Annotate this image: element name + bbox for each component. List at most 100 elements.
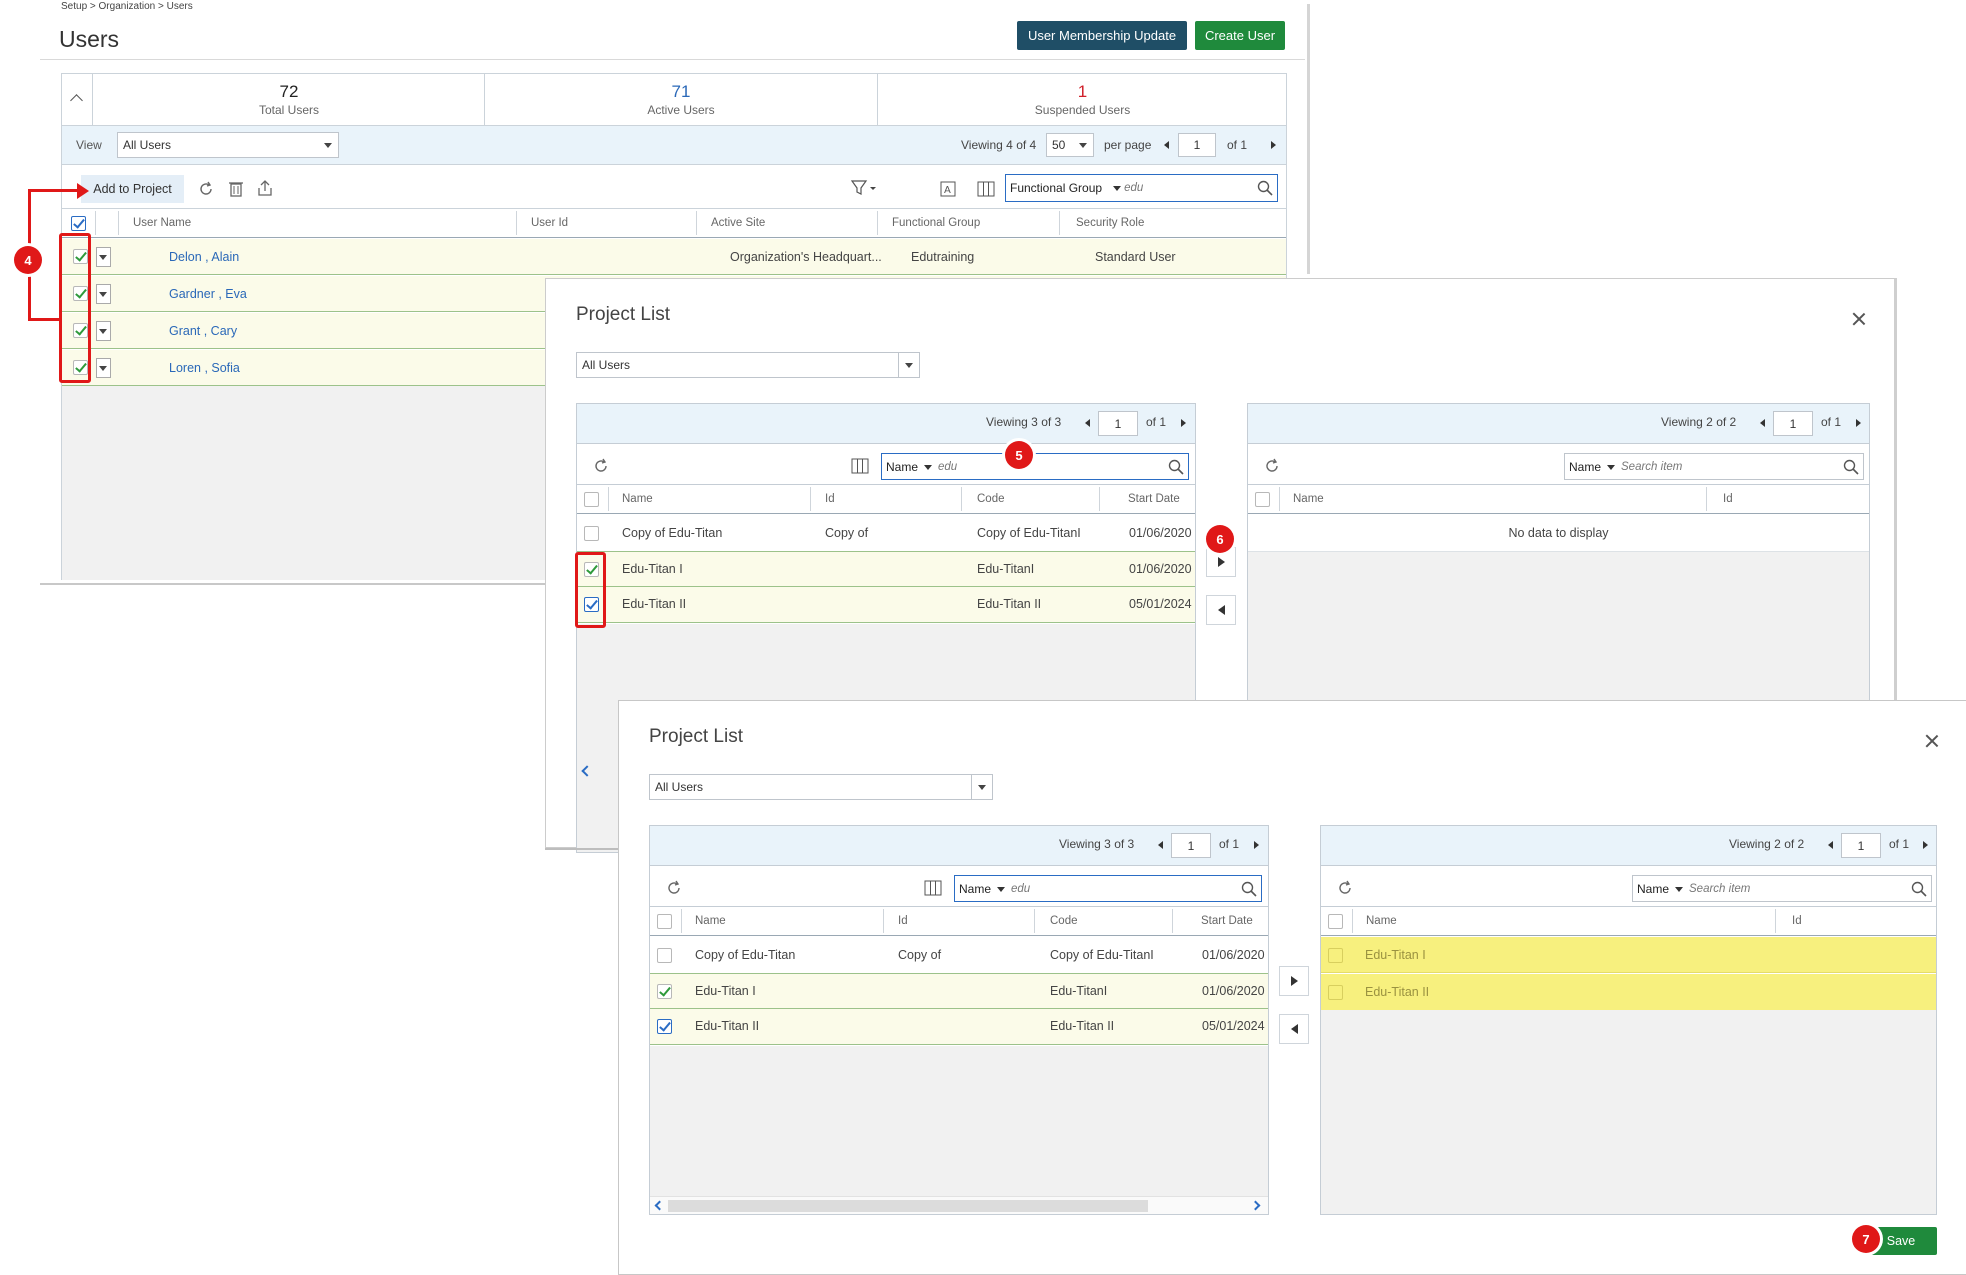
row-expand-icon[interactable] (96, 358, 111, 378)
filter-icon[interactable] (851, 179, 877, 197)
user-name-link[interactable]: Grant , Cary (169, 324, 237, 338)
refresh-icon[interactable] (665, 879, 683, 897)
left-page-input[interactable]: 1 (1171, 833, 1211, 858)
next-page-icon[interactable] (1923, 841, 1928, 849)
user-membership-update-button[interactable]: User Membership Update (1017, 21, 1187, 50)
table-row[interactable]: Copy of Edu-Titan Copy of Copy of Edu-Ti… (577, 515, 1195, 551)
header-id[interactable]: Id (898, 915, 908, 927)
prev-page-icon[interactable] (1085, 419, 1090, 427)
header-active-site[interactable]: Active Site (711, 217, 765, 229)
table-row[interactable]: Edu-Titan I (1321, 937, 1936, 973)
header-start-date[interactable]: Start Date (1201, 915, 1253, 927)
font-size-icon[interactable]: A (940, 181, 956, 197)
row-expand-icon[interactable] (96, 321, 111, 341)
row-expand-icon[interactable] (96, 247, 111, 267)
header-start-date[interactable]: Start Date (1128, 493, 1180, 505)
left-project-search[interactable]: Name edu (881, 453, 1189, 480)
search-icon[interactable] (1168, 459, 1184, 475)
row-checkbox[interactable] (657, 1019, 672, 1034)
users-search[interactable]: Functional Group edu (1005, 174, 1278, 202)
table-row[interactable]: Delon , Alain Organization's Headquart..… (62, 239, 1286, 275)
breadcrumb[interactable]: Setup > Organization > Users (61, 1, 193, 12)
header-code[interactable]: Code (1050, 915, 1078, 927)
search-icon[interactable] (1843, 459, 1859, 475)
user-name-link[interactable]: Gardner , Eva (169, 287, 247, 301)
delete-icon[interactable] (228, 180, 244, 198)
per-page-select[interactable]: 50 (1046, 133, 1094, 157)
export-icon[interactable] (256, 179, 274, 197)
table-row[interactable]: Edu-Titan II Edu-Titan II 05/01/2024 (650, 1009, 1268, 1045)
select-all-checkbox[interactable] (71, 216, 86, 231)
right-project-search[interactable]: Name Search item (1632, 875, 1932, 902)
search-icon[interactable] (1241, 881, 1257, 897)
right-page-input[interactable]: 1 (1773, 411, 1813, 436)
prev-page-icon[interactable] (1164, 141, 1169, 149)
row-checkbox[interactable] (1328, 985, 1343, 1000)
scroll-left-icon[interactable] (654, 1200, 665, 1211)
create-user-button[interactable]: Create User (1195, 21, 1285, 50)
horizontal-scrollbar[interactable] (650, 1196, 1268, 1214)
user-name-link[interactable]: Delon , Alain (169, 250, 239, 264)
left-page-input[interactable]: 1 (1098, 411, 1138, 436)
view-select[interactable]: All Users (117, 132, 339, 158)
add-to-project-button[interactable]: Add to Project (81, 175, 184, 203)
row-checkbox[interactable] (584, 526, 599, 541)
next-page-icon[interactable] (1181, 419, 1186, 427)
move-left-button[interactable] (1279, 1014, 1309, 1044)
header-security-role[interactable]: Security Role (1076, 217, 1144, 229)
columns-icon[interactable] (977, 181, 995, 197)
search-icon[interactable] (1911, 881, 1927, 897)
header-name[interactable]: Name (695, 915, 726, 927)
select-all-checkbox[interactable] (584, 492, 599, 507)
prev-page-icon[interactable] (1158, 841, 1163, 849)
project-filter-select[interactable]: All Users (576, 352, 920, 378)
select-all-checkbox[interactable] (1255, 492, 1270, 507)
header-code[interactable]: Code (977, 493, 1005, 505)
header-functional-group[interactable]: Functional Group (892, 217, 980, 229)
next-page-icon[interactable] (1254, 841, 1259, 849)
stat-active-users: 71 Active Users (485, 73, 878, 125)
project-filter-select[interactable]: All Users (649, 774, 993, 800)
close-icon[interactable] (1851, 311, 1867, 327)
next-page-icon[interactable] (1271, 141, 1276, 149)
header-user-id[interactable]: User Id (531, 217, 568, 229)
header-id[interactable]: Id (1723, 493, 1733, 505)
prev-page-icon[interactable] (1828, 841, 1833, 849)
select-all-checkbox[interactable] (1328, 914, 1343, 929)
refresh-icon[interactable] (1336, 879, 1354, 897)
move-left-button[interactable] (1206, 595, 1236, 625)
close-icon[interactable] (1924, 733, 1940, 749)
table-row[interactable]: Edu-Titan II Edu-Titan II 05/01/2024 (577, 587, 1195, 623)
select-all-checkbox[interactable] (657, 914, 672, 929)
header-name[interactable]: Name (622, 493, 653, 505)
page-input[interactable]: 1 (1178, 133, 1216, 157)
header-name[interactable]: Name (1293, 493, 1324, 505)
user-name-link[interactable]: Loren , Sofia (169, 361, 240, 375)
columns-icon[interactable] (924, 880, 942, 896)
right-page-input[interactable]: 1 (1841, 833, 1881, 858)
collapse-icon[interactable] (61, 73, 93, 125)
move-right-button[interactable] (1279, 966, 1309, 996)
table-row[interactable]: Edu-Titan II (1321, 974, 1936, 1010)
table-row[interactable]: Edu-Titan I Edu-TitanI 01/06/2020 (577, 551, 1195, 587)
table-row[interactable]: Copy of Edu-Titan Copy of Copy of Edu-Ti… (650, 937, 1268, 973)
left-project-search[interactable]: Name edu (954, 875, 1262, 902)
refresh-icon[interactable] (592, 457, 610, 475)
header-name[interactable]: Name (1366, 915, 1397, 927)
row-expand-icon[interactable] (96, 284, 111, 304)
refresh-icon[interactable] (197, 180, 215, 198)
row-checkbox[interactable] (1328, 948, 1343, 963)
refresh-icon[interactable] (1263, 457, 1281, 475)
prev-page-icon[interactable] (1760, 419, 1765, 427)
row-checkbox[interactable] (657, 984, 672, 999)
search-icon[interactable] (1257, 180, 1273, 196)
table-row[interactable]: Edu-Titan I Edu-TitanI 01/06/2020 (650, 973, 1268, 1009)
columns-icon[interactable] (851, 458, 869, 474)
scroll-right-icon[interactable] (1250, 1200, 1261, 1211)
right-project-search[interactable]: Name Search item (1564, 453, 1864, 480)
header-user-name[interactable]: User Name (133, 217, 191, 229)
header-id[interactable]: Id (1792, 915, 1802, 927)
header-id[interactable]: Id (825, 493, 835, 505)
next-page-icon[interactable] (1856, 419, 1861, 427)
row-checkbox[interactable] (657, 948, 672, 963)
